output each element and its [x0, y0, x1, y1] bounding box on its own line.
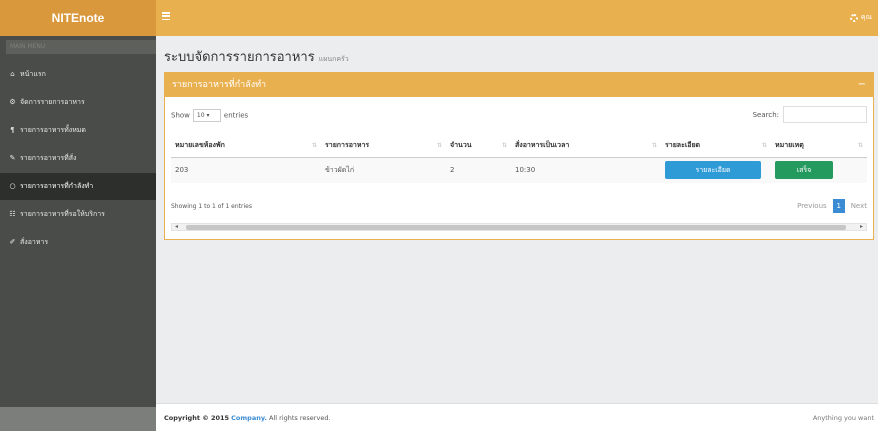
gear-icon: ⚙ [9, 98, 16, 106]
search-label: Search: [752, 110, 779, 119]
sidebar-item-label: สั่งอาหาร [20, 238, 49, 246]
sidebar-item-label: รายการอาหารที่รอให้บริการ [20, 210, 105, 218]
sidebar-item-waiting[interactable]: ☷ รายการอาหารที่รอให้บริการ [0, 201, 156, 228]
sidebar-item-label: หน้าแรก [20, 70, 46, 78]
sort-icon: ⇅ [761, 142, 767, 149]
page-footer: Copyright © 2015 Company. All rights res… [156, 403, 878, 431]
pencil-icon: ✐ [9, 238, 16, 246]
collapse-icon[interactable]: − [858, 73, 866, 97]
column-header-item[interactable]: รายการอาหาร ⇅ [321, 135, 446, 158]
circle-icon: ○ [9, 182, 16, 190]
footer-copyright: Copyright © 2015 [164, 414, 230, 422]
sidebar-header: MAIN MENU [6, 40, 156, 54]
home-icon: ⌂ [10, 70, 15, 78]
footer-right-text: Anything you want [812, 414, 874, 422]
orders-table: หมายเลขห้องพัก ⇅ รายการอาหาร ⇅ จำนวน ⇅ สั่ง… [171, 135, 867, 183]
sidebar-toggle-icon[interactable] [162, 12, 170, 21]
sidebar-footer [0, 407, 156, 431]
cell-item: ข้าวผัดไก่ [321, 157, 446, 183]
page-1-button[interactable]: 1 [832, 199, 845, 213]
sidebar-item-ordered[interactable]: ✎ รายการอาหารที่สั่ง [0, 145, 156, 172]
cell-time: 10:30 [511, 157, 661, 183]
cell-note: เสร็จ [771, 157, 867, 183]
cell-qty: 2 [446, 157, 511, 183]
brand-logo[interactable]: NITEnote [0, 0, 156, 36]
scroll-left-icon[interactable]: ◂ [175, 223, 178, 230]
sidebar-item-label: รายการอาหารที่กำลังทำ [20, 182, 94, 190]
sort-icon: ⇅ [501, 142, 507, 149]
table-row: 203 ข้าวผัดไก่ 2 10:30 รายละเอียด เสร็จ [171, 157, 867, 183]
search-control: Search: [753, 106, 867, 123]
edit-icon: ✎ [9, 154, 16, 162]
sidebar-item-all[interactable]: ¶ รายการอาหารทั้งหมด [0, 117, 156, 144]
panel-heading: รายการอาหารที่กำลังทำ − [165, 73, 873, 97]
sort-icon: ⇅ [311, 142, 317, 149]
top-navbar: NITEnote คุณ [0, 0, 878, 36]
sidebar-item-home[interactable]: ⌂ หน้าแรก [0, 61, 156, 88]
sidebar-item-label: จัดการรายการอาหาร [20, 98, 85, 106]
panel-title: รายการอาหารที่กำลังทำ [172, 80, 267, 90]
column-header-qty[interactable]: จำนวน ⇅ [446, 135, 511, 158]
done-button[interactable]: เสร็จ [775, 161, 833, 180]
column-header-note[interactable]: หมายเหตุ ⇅ [771, 135, 867, 158]
column-header-detail[interactable]: รายละเอียด ⇅ [661, 135, 771, 158]
previous-button[interactable]: Previous [797, 202, 827, 210]
pagination: Previous 1 Next [797, 199, 867, 213]
cell-detail: รายละเอียด [661, 157, 771, 183]
sidebar-item-cooking[interactable]: ○ รายการอาหารที่กำลังทำ [0, 173, 156, 200]
sidebar-item-manage[interactable]: ⚙ จัดการรายการอาหาร [0, 89, 156, 116]
column-header-room[interactable]: หมายเลขห้องพัก ⇅ [171, 135, 321, 158]
sidebar-item-order-food[interactable]: ✐ สั่งอาหาร [0, 229, 156, 256]
sort-icon: ⇅ [857, 142, 863, 149]
search-input[interactable] [783, 106, 867, 123]
entries-length-select[interactable]: 10 ▾ [192, 109, 221, 122]
user-label: คุณ [860, 13, 872, 21]
user-menu[interactable]: คุณ [849, 12, 872, 23]
cutlery-icon: ¶ [10, 126, 15, 134]
footer-rights: All rights reserved. [269, 414, 331, 422]
sidebar-item-label: รายการอาหารทั้งหมด [20, 126, 86, 134]
scrollbar-thumb[interactable] [186, 225, 846, 230]
scroll-right-icon[interactable]: ▸ [860, 223, 863, 230]
page-title: ระบบจัดการรายการอาหาร แผนกครัว [164, 50, 349, 65]
sort-icon: ⇅ [436, 142, 442, 149]
user-gear-icon [849, 13, 858, 22]
detail-button[interactable]: รายละเอียด [665, 161, 761, 180]
sidebar-item-label: รายการอาหารที่สั่ง [20, 154, 77, 162]
page-subtitle: แผนกครัว [318, 55, 349, 63]
table-info: Showing 1 to 1 of 1 entries [171, 203, 252, 210]
entries-length-control: Show 10 ▾ entries [171, 109, 248, 122]
footer-company-link[interactable]: Company. [231, 414, 267, 422]
cell-room: 203 [171, 157, 321, 183]
sort-icon: ⇅ [651, 142, 657, 149]
list-icon: ☷ [9, 210, 16, 218]
horizontal-scrollbar[interactable]: ◂ ▸ [171, 223, 867, 231]
orders-panel: รายการอาหารที่กำลังทำ − Show 10 ▾ entries … [164, 72, 874, 240]
column-header-time[interactable]: สั่งอาหารเป็นเวลา ⇅ [511, 135, 661, 158]
next-button[interactable]: Next [851, 202, 867, 210]
